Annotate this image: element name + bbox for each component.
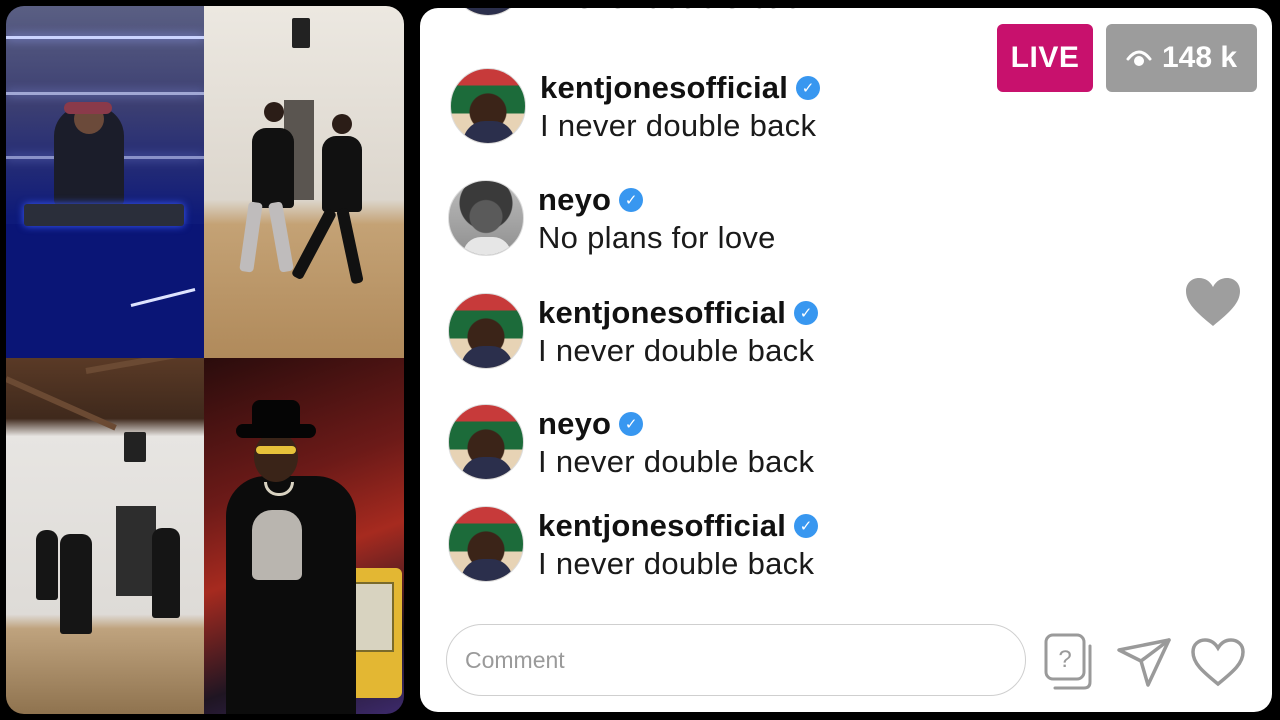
kentjones-avatar[interactable]	[450, 8, 526, 16]
comment-username[interactable]: neyo	[538, 406, 611, 442]
neon-light	[6, 92, 204, 95]
verified-check-icon: ✓	[619, 188, 644, 212]
svg-text:?: ?	[1058, 646, 1071, 673]
comment-message: No plans for love	[538, 220, 776, 255]
kentjones-avatar[interactable]	[448, 293, 524, 369]
username-row: kentjonesofficial ✓	[538, 295, 819, 331]
live-chat-panel: I never double back kentjonesofficial ✓ …	[420, 8, 1272, 712]
like-button[interactable]	[1188, 632, 1248, 692]
username-row: kentjonesofficial ✓	[538, 508, 819, 544]
dancer-leg	[290, 207, 338, 281]
dancer-head	[264, 102, 284, 122]
question-box-icon: ?	[1044, 633, 1092, 690]
comment-username[interactable]: kentjonesofficial	[540, 70, 788, 106]
door	[116, 506, 156, 596]
comment-message: I never double back	[538, 546, 815, 581]
heart-outline-icon	[1191, 638, 1245, 687]
verified-check-icon: ✓	[794, 514, 819, 538]
performer-head	[254, 432, 298, 482]
comment-input[interactable]	[446, 624, 1026, 696]
comment-message: I never double back	[540, 8, 816, 16]
dancer-leg	[239, 201, 263, 273]
neon-light	[6, 36, 204, 39]
comment-username[interactable]: kentjonesofficial	[538, 508, 786, 544]
live-badge: LIVE	[997, 24, 1093, 92]
dancer-figure	[60, 534, 92, 634]
dj-hat	[64, 102, 112, 114]
video-tile-dj[interactable]	[6, 6, 204, 358]
verified-check-icon: ✓	[794, 301, 819, 325]
speaker-icon	[124, 432, 146, 462]
video-tile-performer[interactable]	[204, 358, 404, 714]
comment-list[interactable]: I never double back kentjonesofficial ✓ …	[420, 8, 1272, 618]
performer-hat-brim	[236, 424, 316, 438]
eye-icon	[1126, 50, 1152, 66]
live-stream-screen: I never double back kentjonesofficial ✓ …	[0, 0, 1280, 720]
viewer-count: 148 k	[1161, 41, 1238, 74]
shirt-print	[252, 510, 302, 580]
kentjones-avatar[interactable]	[448, 404, 524, 480]
neyo-avatar[interactable]	[448, 180, 524, 256]
comment-message: I never double back	[538, 333, 815, 368]
video-grid	[6, 6, 404, 714]
kentjones-avatar[interactable]	[448, 506, 524, 582]
heart-icon	[1186, 278, 1240, 326]
dancer-figure	[152, 528, 180, 618]
ceiling-beam	[6, 376, 117, 431]
verified-check-icon: ✓	[619, 412, 644, 436]
dj-deck	[24, 204, 184, 226]
dancer-leg	[268, 201, 294, 273]
ceiling-beam	[85, 358, 204, 374]
username-row: kentjonesofficial ✓	[540, 70, 821, 106]
comment-username[interactable]: neyo	[538, 182, 611, 218]
dancer-figure	[36, 530, 58, 600]
dancer-figure	[322, 136, 362, 212]
viewer-count-badge[interactable]: 148 k	[1106, 24, 1257, 92]
question-button[interactable]: ?	[1040, 632, 1100, 692]
video-tile-studio[interactable]	[6, 358, 204, 714]
send-icon	[1117, 638, 1171, 687]
dancer-head	[332, 114, 352, 134]
comment-username[interactable]: kentjonesofficial	[538, 295, 786, 331]
username-row: neyo ✓	[538, 182, 644, 218]
kentjones-avatar[interactable]	[450, 68, 526, 144]
dancer-figure	[252, 128, 294, 208]
share-button[interactable]	[1114, 632, 1174, 692]
comment-message: I never double back	[538, 444, 815, 479]
performer-glasses	[256, 446, 296, 454]
video-tile-dancers[interactable]	[204, 6, 404, 358]
verified-check-icon: ✓	[796, 76, 821, 100]
username-row: neyo ✓	[538, 406, 644, 442]
dj-table	[6, 224, 204, 358]
speaker-icon	[292, 18, 310, 48]
comment-message: I never double back	[540, 108, 817, 143]
dancer-leg	[336, 207, 364, 285]
